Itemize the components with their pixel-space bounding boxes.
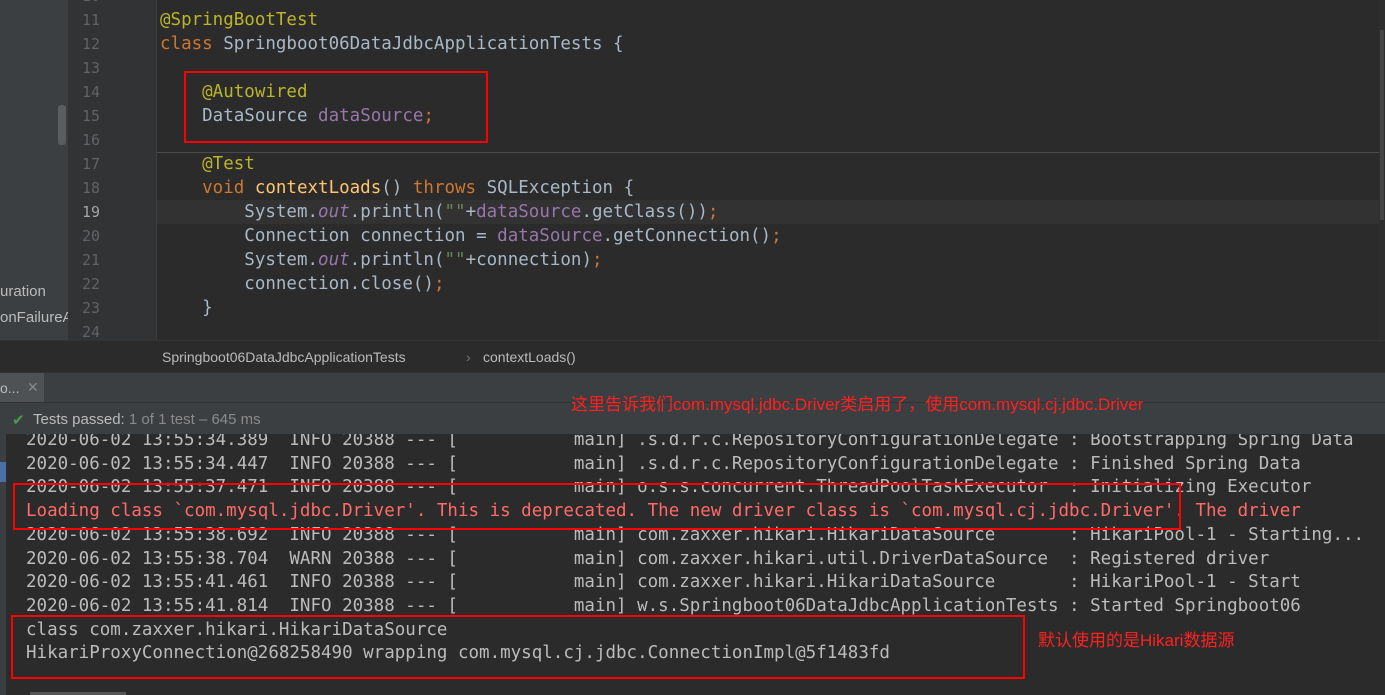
test-count: 1 [128,411,138,428]
code-token: ; [592,250,603,270]
code-line[interactable]: } [160,296,213,320]
line-number: 23 [81,299,100,317]
line-number: 20 [81,227,100,245]
project-tree-scrollbar[interactable] [58,105,66,145]
line-number: 17 [81,155,100,173]
code-token: System. [160,250,319,270]
code-token: ; [707,202,719,222]
console-line: 2020-06-02 13:55:38.704 WARN 20388 --- [… [26,548,1270,569]
breadcrumb: Springboot06DataJdbcApplicationTests › c… [0,340,1385,373]
code-token: "" [444,202,466,222]
console-line: 2020-06-02 13:55:41.461 INFO 20388 --- [… [26,572,1301,593]
test-status-prefix: Tests passed: [33,411,129,428]
method-separator [157,152,1385,153]
code-line[interactable]: class Springboot06DataJdbcApplicationTes… [160,32,624,56]
line-number: 19 [81,203,100,221]
code-line[interactable]: @SpringBootTest [160,8,318,32]
project-tree-item[interactable]: uration [0,283,46,300]
code-token: throws [412,178,487,198]
line-number: 10 [68,0,100,5]
code-token: @SpringBootTest [160,10,319,30]
check-icon: ✔ [12,412,25,429]
code-line[interactable]: void contextLoads() throws SQLException … [160,176,634,200]
line-number: 12 [81,35,100,53]
editor-scrollbar-thumb[interactable] [1380,30,1384,220]
line-number: 24 [81,323,100,341]
code-editor[interactable]: @SpringBootTest class Springboot06DataJdb… [157,0,1385,340]
line-number: 16 [81,131,100,149]
code-token: Connection connection = [160,226,498,246]
line-number: 21 [81,251,100,269]
project-tree-panel[interactable]: uration onFailureA on oConfigur [0,0,68,370]
code-line[interactable]: @Test [160,152,255,176]
code-token: class [160,34,224,54]
code-token: out [318,250,350,270]
project-tree-item[interactable]: onFailureA [0,309,68,326]
code-token: @Test [160,154,255,174]
editor-gutter: 10 11 12 13 14 15 16 17 18 19 20 21 22 23 24 [68,0,222,341]
code-token: dataSource [476,202,582,222]
driver-warning-highlight-box [13,483,1181,530]
code-token: "" [444,250,466,270]
code-token: .getConnection() [602,226,772,246]
code-token: () [381,178,413,198]
run-tab-label: o... [0,380,20,396]
line-number: 13 [81,59,100,77]
line-number: 18 [81,179,100,197]
line-number: 22 [81,275,100,293]
console-line: 2020-06-02 13:55:34.447 INFO 20388 --- [… [26,453,1301,474]
code-token: ; [433,274,445,294]
code-token: System. [160,202,319,222]
code-token: out [318,202,350,222]
code-token: SQLException { [486,178,635,198]
breadcrumb-separator-icon: › [466,349,471,365]
code-line[interactable]: System.out.println(""+dataSource.getClas… [160,200,718,224]
code-line[interactable]: connection.close(); [160,272,444,296]
code-token: ; [771,226,782,246]
run-tab[interactable]: o... ✕ [0,373,44,403]
code-token: +connection) [465,250,592,270]
breadcrumb-method[interactable]: contextLoads() [483,349,576,365]
test-status-text: Tests passed: 1 of 1 test – 645 ms [33,411,261,428]
code-line[interactable]: Connection connection = dataSource.getCo… [160,224,782,248]
hikari-output-highlight-box [11,615,1025,679]
test-duration: – 645 ms [194,411,261,428]
code-token: void [160,178,255,198]
driver-annotation-note: 这里告诉我们com.mysql.jdbc.Driver类启用了，使用com.my… [571,395,1144,414]
code-token: connection.close() [160,274,434,294]
code-token: dataSource [497,226,603,246]
console-line: 2020-06-02 13:55:34.389 INFO 20388 --- [… [26,434,1354,450]
line-number: 11 [81,11,100,29]
line-number: 14 [81,83,100,101]
line-number: 15 [81,107,100,125]
code-token: .getClass()) [581,202,708,222]
breadcrumb-class[interactable]: Springboot06DataJdbcApplicationTests [162,349,406,365]
code-line[interactable]: System.out.println(""+connection); [160,248,603,272]
editor-scrollbar[interactable] [1379,0,1385,340]
close-icon[interactable]: ✕ [27,379,39,396]
autowired-highlight-box [184,71,488,143]
code-token: } [160,298,213,318]
hikari-annotation-note: 默认使用的是Hikari数据源 [1038,631,1235,650]
code-token: + [465,202,477,222]
test-total: of 1 test [137,411,195,428]
code-token: .println( [349,202,445,222]
code-token: .println( [349,250,445,270]
code-token: Springboot06DataJdbcApplicationTests { [223,34,624,54]
code-token: contextLoads [254,178,382,198]
